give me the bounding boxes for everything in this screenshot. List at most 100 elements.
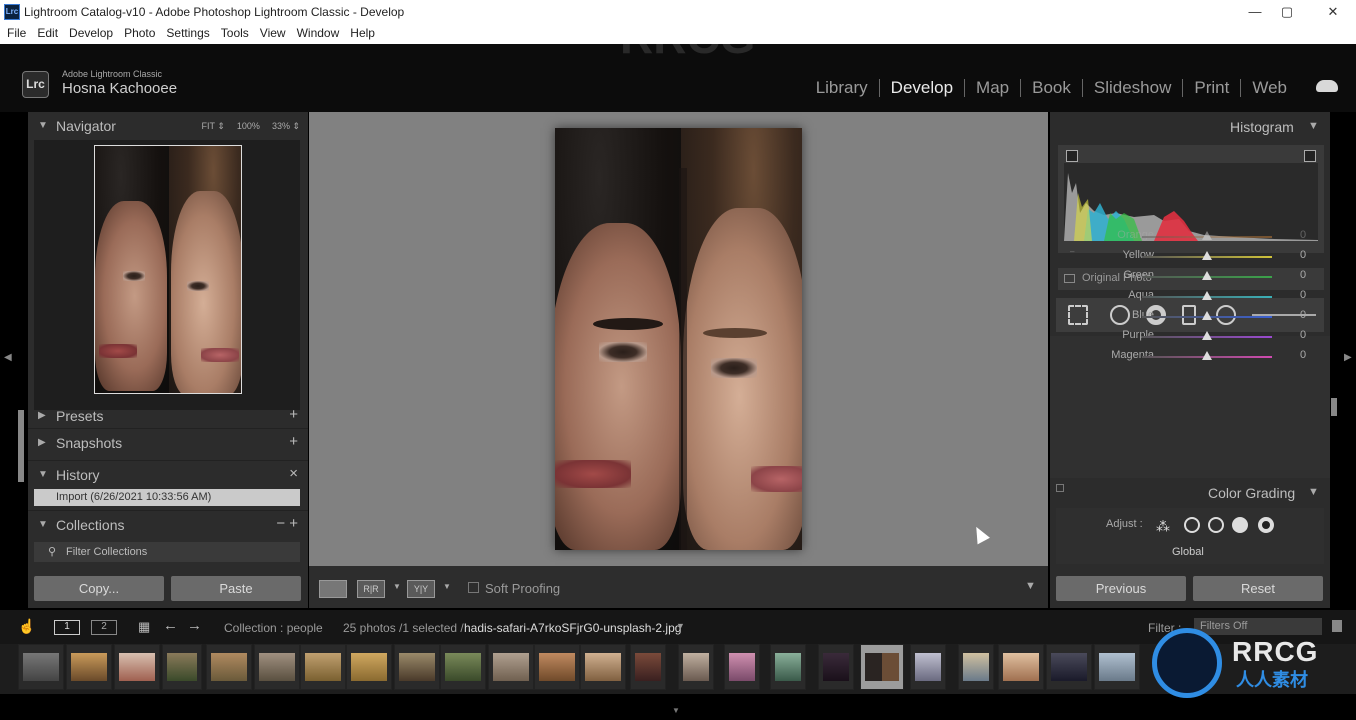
paste-button[interactable]: Paste [171, 576, 301, 601]
collapse-triangle-icon[interactable]: ▼ [1308, 120, 1319, 132]
histogram-title[interactable]: Histogram [1230, 119, 1294, 135]
forward-arrow-icon[interactable]: → [187, 617, 202, 634]
filmstrip-thumbnail[interactable] [1046, 644, 1092, 690]
highlight-clipping-icon[interactable] [1304, 150, 1316, 162]
filmstrip-thumbnail[interactable] [724, 644, 760, 690]
grid-view-icon[interactable]: ▦ [138, 619, 150, 635]
hsl-slider-knob[interactable] [1202, 351, 1212, 360]
clear-history-button[interactable]: × [289, 465, 298, 482]
color-grading-title[interactable]: Color Grading [1208, 485, 1295, 501]
filmstrip-thumbnail[interactable] [18, 644, 64, 690]
reset-button[interactable]: Reset [1193, 576, 1323, 601]
shadow-clipping-icon[interactable] [1066, 150, 1078, 162]
hsl-slider-magenta[interactable]: Magenta 0 [1050, 346, 1330, 366]
selected-filename[interactable]: hadis-safari-A7rkoSFjrG0-unsplash-2.jpg [464, 621, 681, 635]
history-header[interactable]: ▼ History × [28, 460, 308, 488]
hsl-slider-knob[interactable] [1202, 291, 1212, 300]
collection-label[interactable]: Collection : people [224, 621, 323, 635]
module-develop[interactable]: Develop [880, 78, 964, 98]
module-print[interactable]: Print [1183, 78, 1240, 98]
zoom-100[interactable]: 100% [237, 121, 260, 132]
filmstrip-thumbnail[interactable] [206, 644, 252, 690]
loupe-view-icon[interactable] [319, 580, 347, 598]
soft-proofing-checkbox[interactable] [468, 582, 479, 593]
chevron-down-icon[interactable]: ▼ [393, 582, 401, 591]
hsl-slider-green[interactable]: Green 0 [1050, 266, 1330, 286]
filmstrip-thumbnail[interactable] [488, 644, 534, 690]
filter-lock-icon[interactable] [1332, 620, 1342, 632]
filmstrip-thumbnail[interactable] [958, 644, 994, 690]
filmstrip-thumbnail[interactable] [66, 644, 112, 690]
menu-settings[interactable]: Settings [166, 24, 209, 44]
second-window-button[interactable]: 2 [91, 620, 117, 635]
before-after-top-bottom-icon[interactable]: Y|Y [407, 580, 435, 598]
menu-file[interactable]: File [7, 24, 26, 44]
collapse-left-icon[interactable]: ◀ [4, 352, 12, 363]
midtones-circle-icon[interactable] [1208, 517, 1224, 533]
hsl-slider-knob[interactable] [1202, 331, 1212, 340]
menu-help[interactable]: Help [350, 24, 375, 44]
filmstrip-thumbnail[interactable] [300, 644, 346, 690]
filmstrip-thumbnail[interactable] [910, 644, 946, 690]
left-panel-scrollbar[interactable] [18, 410, 24, 482]
before-after-left-right-icon[interactable]: R|R [357, 580, 385, 598]
previous-button[interactable]: Previous [1056, 576, 1186, 601]
filmstrip-thumbnail[interactable] [998, 644, 1044, 690]
global-circle-icon[interactable] [1258, 517, 1274, 533]
collapse-right-icon[interactable]: ▶ [1344, 352, 1352, 363]
filmstrip-thumbnail[interactable] [440, 644, 486, 690]
presets-header[interactable]: ▶ Presets + [28, 402, 308, 430]
chevron-down-icon[interactable]: ▼ [443, 582, 451, 591]
right-panel-scrollbar[interactable] [1331, 398, 1337, 416]
collections-add-remove-buttons[interactable]: − + [276, 515, 298, 532]
panel-toggle-icon[interactable] [1056, 484, 1064, 492]
navigator-preview[interactable] [34, 140, 300, 410]
shadows-circle-icon[interactable] [1184, 517, 1200, 533]
add-preset-button[interactable]: + [289, 406, 298, 423]
module-web[interactable]: Web [1241, 78, 1298, 98]
filmstrip-thumbnail[interactable] [254, 644, 300, 690]
filmstrip-thumbnail[interactable] [162, 644, 202, 690]
main-window-button[interactable]: 1 [54, 620, 80, 635]
maximize-icon[interactable]: ▢ [1276, 2, 1298, 22]
filmstrip-thumbnail[interactable] [534, 644, 580, 690]
hsl-slider-yellow[interactable]: Yellow 0 [1050, 246, 1330, 266]
three-way-icon[interactable]: ⁂ [1156, 518, 1170, 535]
hsl-slider-value[interactable]: 0 [1300, 269, 1306, 281]
hsl-slider-blue[interactable]: Blue 0 [1050, 306, 1330, 326]
toolbar-menu-icon[interactable]: ▼ [1025, 580, 1036, 592]
menu-photo[interactable]: Photo [124, 24, 155, 44]
cloud-sync-icon[interactable] [1316, 80, 1338, 92]
copy-button[interactable]: Copy... [34, 576, 164, 601]
collapse-triangle-icon[interactable]: ▼ [1308, 486, 1319, 498]
module-slideshow[interactable]: Slideshow [1083, 78, 1183, 98]
history-item[interactable]: Import (6/26/2021 10:33:56 AM) [34, 489, 300, 506]
hsl-slider-value[interactable]: 0 [1300, 309, 1306, 321]
hsl-slider-orange[interactable]: Orange 0 [1050, 226, 1330, 246]
filter-collections-field[interactable]: ⚲ Filter Collections [34, 542, 300, 562]
hsl-slider-purple[interactable]: Purple 0 [1050, 326, 1330, 346]
hsl-slider-knob[interactable] [1202, 251, 1212, 260]
back-arrow-icon[interactable]: ← [163, 617, 178, 634]
filmstrip-thumbnail[interactable] [818, 644, 854, 690]
collections-header[interactable]: ▼ Collections − + [28, 510, 308, 538]
highlights-circle-icon[interactable] [1232, 517, 1248, 533]
zoom-33[interactable]: 33% ⇕ [272, 121, 300, 132]
filmstrip-toggle-icon[interactable]: ▼ [672, 706, 680, 715]
hsl-slider-knob[interactable] [1202, 231, 1212, 240]
menu-view[interactable]: View [260, 24, 286, 44]
hsl-slider-value[interactable]: 0 [1300, 229, 1306, 241]
hsl-slider-value[interactable]: 0 [1300, 289, 1306, 301]
filmstrip-thumbnail[interactable] [770, 644, 806, 690]
filmstrip-thumbnail[interactable] [1094, 644, 1140, 690]
secondary-display-icon[interactable]: ☝ [18, 618, 35, 635]
add-snapshot-button[interactable]: + [289, 433, 298, 450]
hsl-slider-knob[interactable] [1202, 311, 1212, 320]
minimize-icon[interactable]: — [1244, 2, 1266, 22]
hsl-slider-aqua[interactable]: Aqua 0 [1050, 286, 1330, 306]
filter-dropdown[interactable]: Filters Off [1194, 618, 1322, 635]
filmstrip-thumbnail[interactable] [394, 644, 440, 690]
snapshots-header[interactable]: ▶ Snapshots + [28, 428, 308, 456]
hsl-slider-value[interactable]: 0 [1300, 329, 1306, 341]
menu-develop[interactable]: Develop [69, 24, 113, 44]
